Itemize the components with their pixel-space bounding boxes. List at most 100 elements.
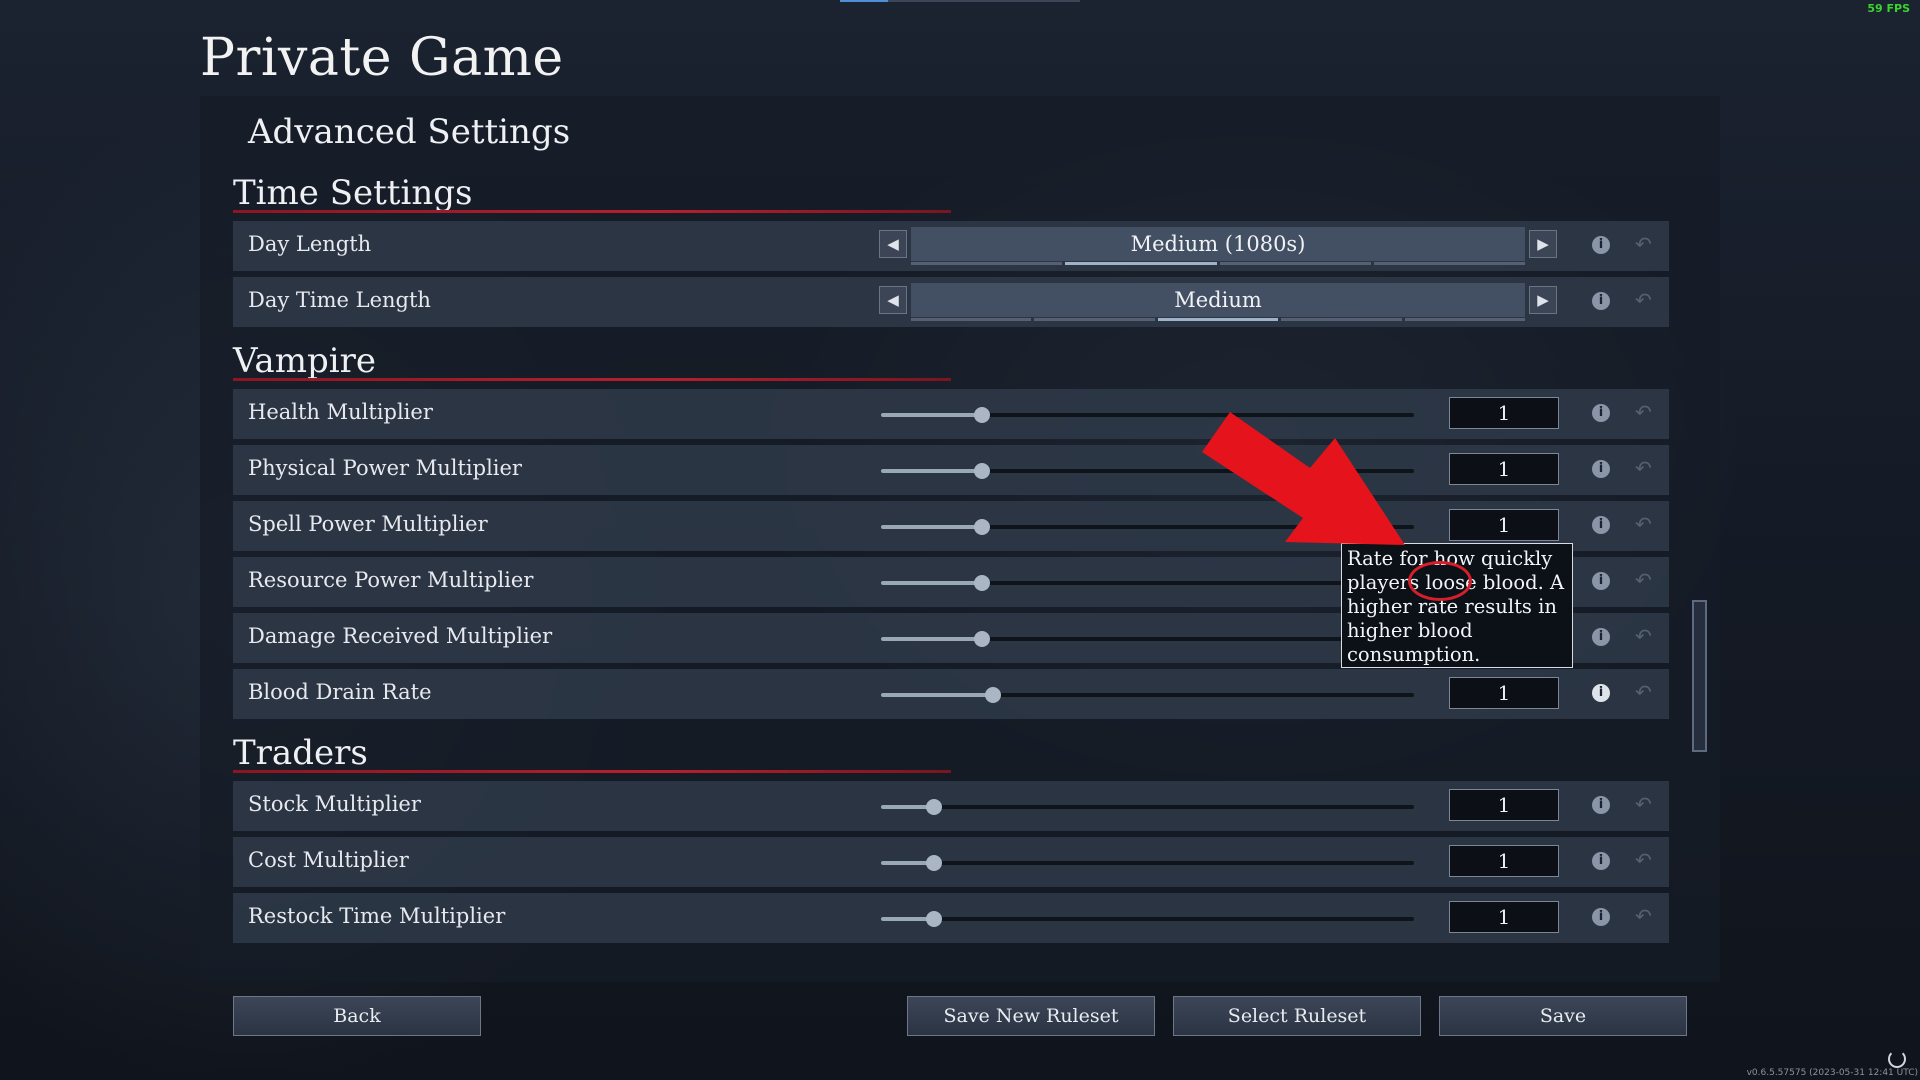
value-input[interactable]: 1 bbox=[1449, 453, 1559, 485]
reset-icon[interactable]: ↶ bbox=[1635, 904, 1652, 928]
slider-thumb[interactable] bbox=[974, 407, 991, 423]
setting-label: Health Multiplier bbox=[248, 400, 433, 424]
reset-icon[interactable]: ↶ bbox=[1635, 456, 1652, 480]
value-input[interactable]: 1 bbox=[1449, 901, 1559, 933]
slider[interactable] bbox=[881, 631, 1414, 647]
selector-segment bbox=[1034, 318, 1155, 321]
scrollbar[interactable] bbox=[1692, 600, 1707, 752]
slider-thumb[interactable] bbox=[974, 631, 991, 647]
select-ruleset-button[interactable]: Select Ruleset bbox=[1173, 996, 1421, 1036]
setting-row-health-multiplier: Health Multiplier 1 i ↶ bbox=[233, 389, 1669, 439]
section-time-settings: Time Settings bbox=[233, 173, 473, 213]
tooltip: Rate for how quickly players loose blood… bbox=[1341, 543, 1573, 668]
slider-fill bbox=[881, 413, 983, 417]
info-icon[interactable]: i bbox=[1592, 684, 1610, 702]
setting-label: Stock Multiplier bbox=[248, 792, 421, 816]
setting-row-restock-time-multiplier: Restock Time Multiplier 1 i ↶ bbox=[233, 893, 1669, 943]
page-indicator-active bbox=[840, 0, 888, 2]
slider-fill bbox=[881, 637, 983, 641]
reset-icon[interactable]: ↶ bbox=[1635, 792, 1652, 816]
info-icon[interactable]: i bbox=[1592, 516, 1610, 534]
loading-icon bbox=[1888, 1050, 1906, 1068]
info-icon[interactable]: i bbox=[1592, 908, 1610, 926]
slider-fill bbox=[881, 693, 993, 697]
slider-thumb[interactable] bbox=[974, 575, 991, 591]
setting-label: Physical Power Multiplier bbox=[248, 456, 522, 480]
page-title: Private Game bbox=[200, 28, 564, 88]
slider[interactable] bbox=[881, 855, 1414, 871]
setting-row-stock-multiplier: Stock Multiplier 1 i ↶ bbox=[233, 781, 1669, 831]
triangle-left-icon[interactable]: ◀ bbox=[879, 286, 907, 314]
info-icon[interactable]: i bbox=[1592, 852, 1610, 870]
save-new-ruleset-button[interactable]: Save New Ruleset bbox=[907, 996, 1155, 1036]
section-divider bbox=[233, 770, 951, 773]
selector-segment bbox=[1065, 262, 1217, 265]
setting-row-day-length: Day Length ◀ Medium (1080s) ▶ i ↶ bbox=[233, 221, 1669, 271]
subtitle: Advanced Settings bbox=[248, 112, 571, 152]
triangle-right-icon[interactable]: ▶ bbox=[1529, 230, 1557, 258]
slider-thumb[interactable] bbox=[926, 855, 943, 871]
selector-segments bbox=[911, 262, 1525, 265]
setting-label: Cost Multiplier bbox=[248, 848, 409, 872]
setting-row-blood-drain-rate: Blood Drain Rate 1 i ↶ bbox=[233, 669, 1669, 719]
section-vampire: Vampire bbox=[233, 341, 376, 381]
selector-value: Medium bbox=[911, 283, 1525, 317]
selector-segment bbox=[911, 262, 1063, 265]
setting-label: Resource Power Multiplier bbox=[248, 568, 534, 592]
selector-segment bbox=[1281, 318, 1402, 321]
setting-label: Blood Drain Rate bbox=[248, 680, 432, 704]
slider[interactable] bbox=[881, 575, 1414, 591]
value-input[interactable]: 1 bbox=[1449, 677, 1559, 709]
info-icon[interactable]: i bbox=[1592, 292, 1610, 310]
setting-row-physical-power-multiplier: Physical Power Multiplier 1 i ↶ bbox=[233, 445, 1669, 495]
reset-icon[interactable]: ↶ bbox=[1635, 680, 1652, 704]
value-input[interactable]: 1 bbox=[1449, 845, 1559, 877]
section-divider bbox=[233, 378, 951, 381]
version-label: v0.6.5.57575 (2023-05-31 12:41 UTC) bbox=[1746, 1068, 1918, 1078]
info-icon[interactable]: i bbox=[1592, 404, 1610, 422]
selector-segment bbox=[1219, 262, 1371, 265]
triangle-right-icon[interactable]: ▶ bbox=[1529, 286, 1557, 314]
setting-row-day-time-length: Day Time Length ◀ Medium ▶ i ↶ bbox=[233, 277, 1669, 327]
value-input[interactable]: 1 bbox=[1449, 509, 1559, 541]
setting-label: Restock Time Multiplier bbox=[248, 904, 506, 928]
annotation-circle bbox=[1408, 561, 1472, 601]
triangle-left-icon[interactable]: ◀ bbox=[879, 230, 907, 258]
slider-thumb[interactable] bbox=[984, 687, 1001, 703]
setting-label: Day Length bbox=[248, 232, 372, 256]
day-length-selector: ◀ Medium (1080s) ▶ bbox=[879, 227, 1559, 265]
slider[interactable] bbox=[881, 911, 1414, 927]
slider[interactable] bbox=[881, 799, 1414, 815]
reset-icon[interactable]: ↶ bbox=[1635, 232, 1652, 256]
selector-segment bbox=[1373, 262, 1525, 265]
info-icon[interactable]: i bbox=[1592, 796, 1610, 814]
setting-label: Damage Received Multiplier bbox=[248, 624, 553, 648]
slider-fill bbox=[881, 525, 983, 529]
setting-label: Spell Power Multiplier bbox=[248, 512, 488, 536]
slider-thumb[interactable] bbox=[974, 519, 991, 535]
selector-segment bbox=[1157, 318, 1279, 321]
slider[interactable] bbox=[881, 687, 1414, 703]
reset-icon[interactable]: ↶ bbox=[1635, 624, 1652, 648]
setting-row-cost-multiplier: Cost Multiplier 1 i ↶ bbox=[233, 837, 1669, 887]
value-input[interactable]: 1 bbox=[1449, 397, 1559, 429]
reset-icon[interactable]: ↶ bbox=[1635, 288, 1652, 312]
reset-icon[interactable]: ↶ bbox=[1635, 568, 1652, 592]
reset-icon[interactable]: ↶ bbox=[1635, 512, 1652, 536]
value-input[interactable]: 1 bbox=[1449, 789, 1559, 821]
slider-fill bbox=[881, 469, 983, 473]
annotation-arrow-icon bbox=[1202, 412, 1405, 545]
info-icon[interactable]: i bbox=[1592, 572, 1610, 590]
slider-thumb[interactable] bbox=[926, 799, 943, 815]
save-button[interactable]: Save bbox=[1439, 996, 1687, 1036]
slider-thumb[interactable] bbox=[974, 463, 991, 479]
back-button[interactable]: Back bbox=[233, 996, 481, 1036]
selector-segment bbox=[911, 318, 1032, 321]
reset-icon[interactable]: ↶ bbox=[1635, 400, 1652, 424]
fps-counter: 59 FPS bbox=[1867, 2, 1910, 15]
info-icon[interactable]: i bbox=[1592, 236, 1610, 254]
reset-icon[interactable]: ↶ bbox=[1635, 848, 1652, 872]
slider-thumb[interactable] bbox=[926, 911, 943, 927]
info-icon[interactable]: i bbox=[1592, 628, 1610, 646]
info-icon[interactable]: i bbox=[1592, 460, 1610, 478]
